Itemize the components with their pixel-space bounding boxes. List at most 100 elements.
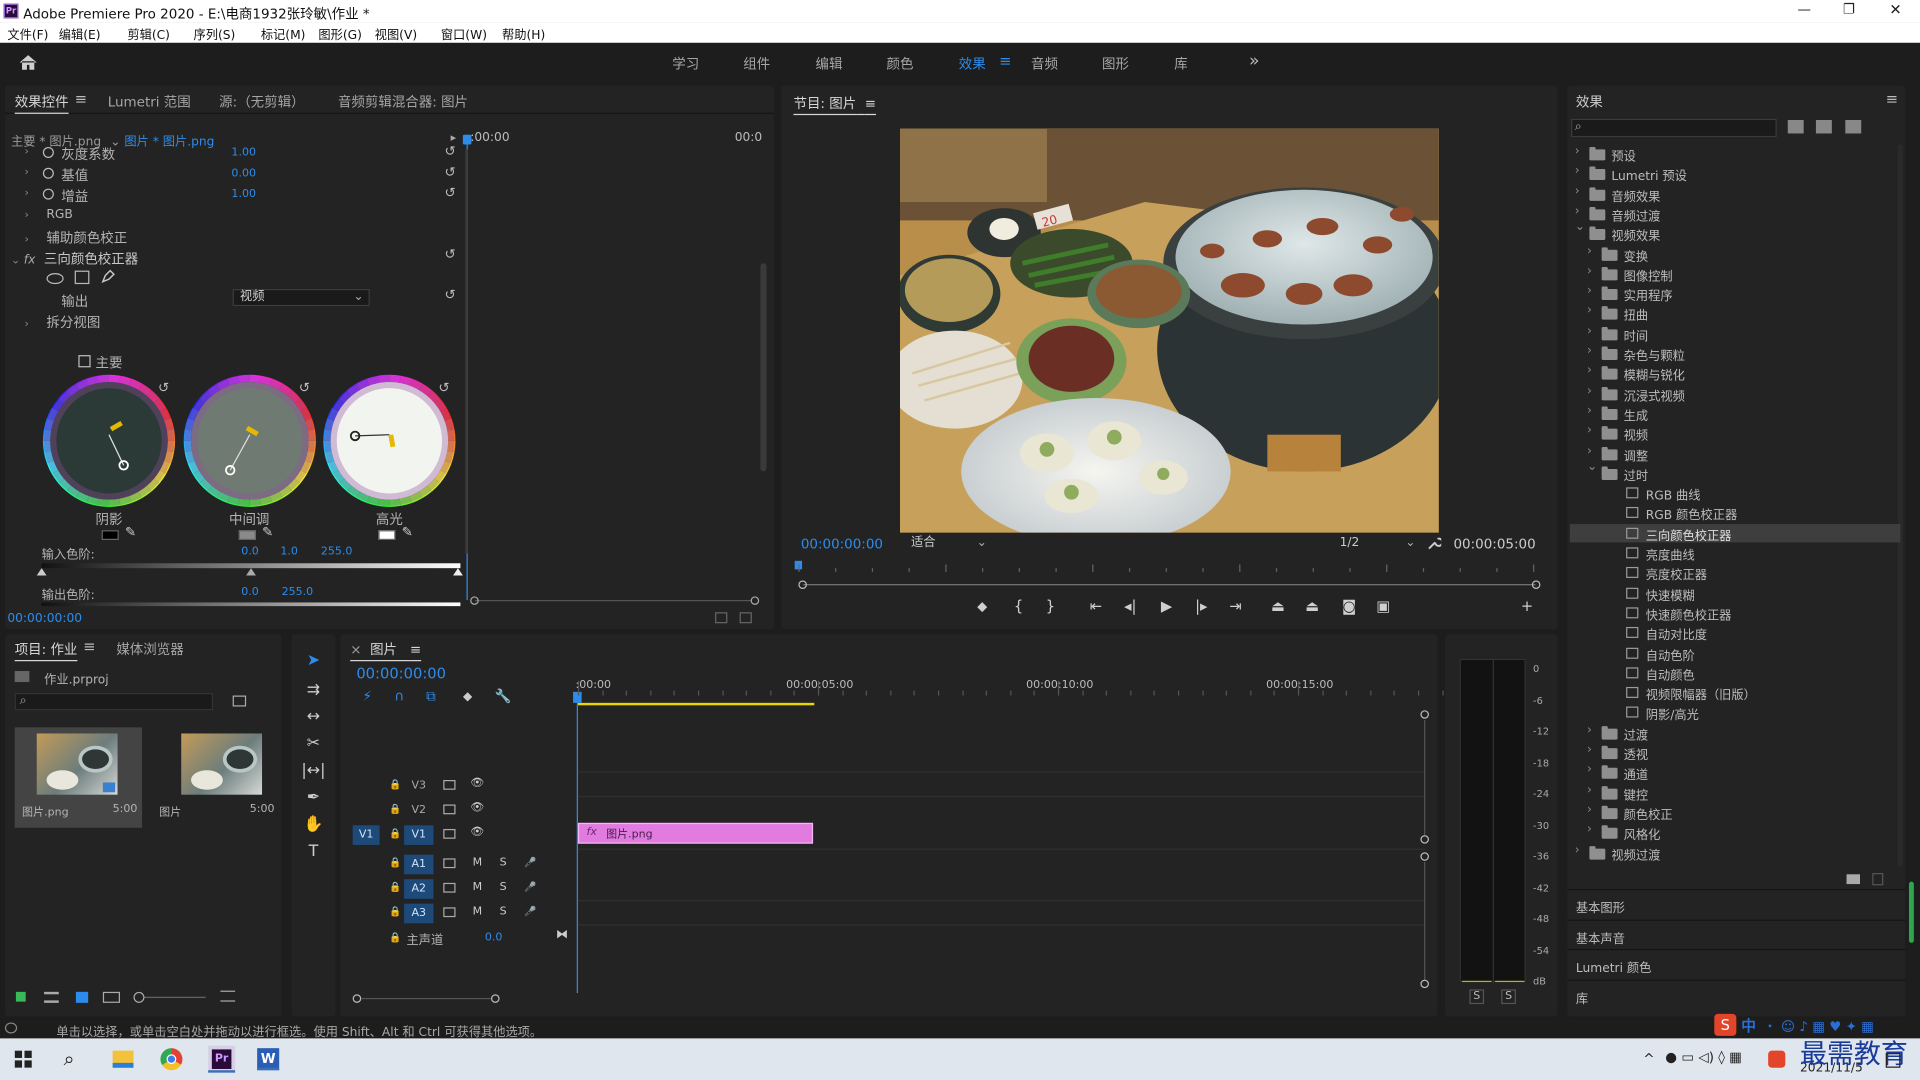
- tray-sogou-icon[interactable]: [1768, 1050, 1786, 1068]
- new-bin-icon[interactable]: [232, 695, 247, 707]
- track-lock-icon[interactable]: 🔒: [389, 803, 401, 814]
- chevron-right-icon[interactable]: ›: [1587, 783, 1592, 796]
- ripple-edit-tool-icon[interactable]: ↔: [301, 708, 325, 726]
- effects-search-input[interactable]: [1571, 118, 1777, 138]
- rgb-group[interactable]: › RGB: [24, 208, 72, 221]
- level-swatch-2[interactable]: [378, 530, 396, 541]
- effects-tree-item[interactable]: › 模糊与锐化: [1570, 364, 1901, 384]
- ec-scrollbar[interactable]: [760, 263, 767, 472]
- effects-tree-item[interactable]: › Lumetri 预设: [1570, 164, 1901, 184]
- timeline-settings-icon[interactable]: 🔧: [495, 688, 512, 704]
- effects-tree-item[interactable]: › 颜色校正: [1570, 803, 1901, 823]
- timeline-timecode[interactable]: 00:00:00:00: [356, 665, 446, 682]
- reset-icon[interactable]: ↺: [444, 185, 455, 201]
- color-wheel-0[interactable]: ↺: [42, 374, 176, 507]
- compare-view-button[interactable]: ▣: [1376, 598, 1390, 615]
- clip-fx-badge[interactable]: fx: [587, 827, 597, 839]
- extract-button[interactable]: ⏏: [1305, 598, 1319, 615]
- effect-controls-tab-1[interactable]: Lumetri 范围: [108, 92, 191, 112]
- effects-tree-item[interactable]: › 风格化: [1570, 823, 1901, 843]
- timeline-vertical-scroll[interactable]: [1420, 710, 1430, 992]
- track-lock-icon[interactable]: 🔒: [389, 779, 401, 790]
- delete-icon[interactable]: [1872, 873, 1884, 886]
- param-value-0[interactable]: 1.00: [231, 147, 256, 159]
- export-frame-button[interactable]: ◙: [1342, 598, 1356, 615]
- export-frame-icon[interactable]: [715, 612, 728, 624]
- effects-tree-item[interactable]: › 变换: [1570, 244, 1901, 264]
- color-wheel-2[interactable]: ↺: [323, 374, 456, 507]
- expand-arrow[interactable]: ›: [24, 167, 28, 179]
- workspace-tab-3[interactable]: 颜色: [887, 54, 914, 74]
- play-button[interactable]: ▶: [1161, 598, 1172, 615]
- sync-lock-icon[interactable]: [443, 858, 456, 869]
- effects-tree-item[interactable]: 自动颜色: [1570, 663, 1901, 683]
- effects-tree-item[interactable]: › 键控: [1570, 783, 1901, 803]
- lock-icon[interactable]: [15, 991, 26, 1002]
- param-value-1[interactable]: 0.00: [231, 168, 256, 180]
- split-view-group[interactable]: › 拆分视图: [24, 312, 100, 332]
- add-button[interactable]: +: [1521, 598, 1533, 615]
- reset-icon[interactable]: ↺: [444, 164, 455, 180]
- workspace-tab-0[interactable]: 学习: [672, 54, 699, 74]
- effects-section-0[interactable]: 基本图形: [1576, 898, 1625, 915]
- track-select-tool-icon[interactable]: ⇉: [301, 681, 325, 699]
- snap-icon[interactable]: ⚡: [362, 688, 371, 704]
- chrome-icon[interactable]: [160, 1048, 183, 1071]
- pen-tool-icon[interactable]: ✒: [301, 789, 325, 807]
- eyedropper-icon[interactable]: ✎: [125, 524, 136, 540]
- microphone-icon[interactable]: 🎤: [524, 857, 536, 868]
- effects-tree-item[interactable]: › 预设: [1570, 144, 1901, 164]
- mark-out-button[interactable]: }: [1046, 598, 1055, 615]
- effects-tree-item[interactable]: › 音频过渡: [1570, 204, 1901, 224]
- effects-tree-item[interactable]: 阴影/高光: [1570, 703, 1901, 723]
- color-wheel-1[interactable]: ↺: [183, 374, 316, 507]
- menu-item-2[interactable]: 剪辑(C): [127, 24, 170, 42]
- step-forward-button[interactable]: |▸: [1195, 598, 1207, 615]
- reset-icon[interactable]: ↺: [444, 143, 455, 159]
- sync-lock-icon[interactable]: [443, 907, 456, 918]
- file-explorer-icon[interactable]: [112, 1050, 134, 1068]
- sync-lock-icon[interactable]: [443, 882, 456, 893]
- clip-picture-png[interactable]: fx 图片.png: [577, 822, 814, 844]
- meter-solo-button[interactable]: S: [1469, 989, 1485, 1005]
- project-search-input[interactable]: [14, 693, 214, 711]
- effects-tree-item[interactable]: RGB 颜色校正器: [1570, 504, 1901, 523]
- effects-tree-item[interactable]: › 实用程序: [1570, 284, 1901, 304]
- effects-tree-item[interactable]: › 时间: [1570, 324, 1901, 344]
- filter-icon[interactable]: [739, 612, 752, 624]
- sync-lock-icon[interactable]: [443, 828, 456, 839]
- zoom-slider[interactable]: [144, 996, 206, 998]
- chevron-right-icon[interactable]: ›: [1575, 204, 1580, 217]
- program-timecode[interactable]: 00:00:00:00: [801, 536, 883, 552]
- tray-chevron-icon[interactable]: ^: [1643, 1051, 1654, 1067]
- stopwatch-icon[interactable]: [42, 188, 54, 200]
- menu-item-6[interactable]: 视图(V): [375, 24, 417, 42]
- chevron-down-icon[interactable]: ⌄: [1587, 460, 1597, 473]
- project-item[interactable]: 图片 5:00: [152, 727, 279, 827]
- track-lock-icon[interactable]: 🔒: [389, 906, 401, 917]
- chevron-right-icon[interactable]: ›: [1575, 184, 1580, 197]
- wrench-icon[interactable]: [1427, 536, 1444, 551]
- solo-button[interactable]: S: [500, 906, 507, 918]
- workspace-tab-6[interactable]: 图形: [1102, 54, 1129, 74]
- reset-icon[interactable]: ↺: [299, 381, 310, 396]
- menu-item-5[interactable]: 图形(G): [318, 24, 362, 42]
- microphone-icon[interactable]: 🎤: [524, 906, 536, 917]
- aux-color-correction-group[interactable]: › 辅助颜色校正: [24, 228, 127, 248]
- sort-icon[interactable]: [220, 990, 236, 1002]
- hand-tool-icon[interactable]: ✋: [301, 816, 325, 834]
- workspace-tab-5[interactable]: 音频: [1031, 54, 1058, 74]
- menu-item-4[interactable]: 标记(M): [261, 24, 306, 42]
- effects-tree-item[interactable]: › 沉浸式视频: [1570, 384, 1901, 404]
- effects-tree-item[interactable]: › 通道: [1570, 763, 1901, 783]
- input-white-handle[interactable]: [453, 568, 463, 576]
- yuv-effects-icon[interactable]: [1845, 120, 1862, 134]
- effects-tree-item[interactable]: 视频限幅器（旧版）: [1570, 683, 1901, 703]
- effects-tree-item[interactable]: 亮度曲线: [1570, 544, 1901, 563]
- program-time-ruler[interactable]: [794, 560, 1540, 578]
- eyedropper-icon[interactable]: ✎: [262, 524, 273, 540]
- chevron-right-icon[interactable]: ›: [1587, 444, 1592, 457]
- notification-icon[interactable]: [1885, 1053, 1901, 1068]
- output-dropdown[interactable]: 视频 ⌄: [232, 288, 370, 307]
- chevron-right-icon[interactable]: ›: [1587, 803, 1592, 816]
